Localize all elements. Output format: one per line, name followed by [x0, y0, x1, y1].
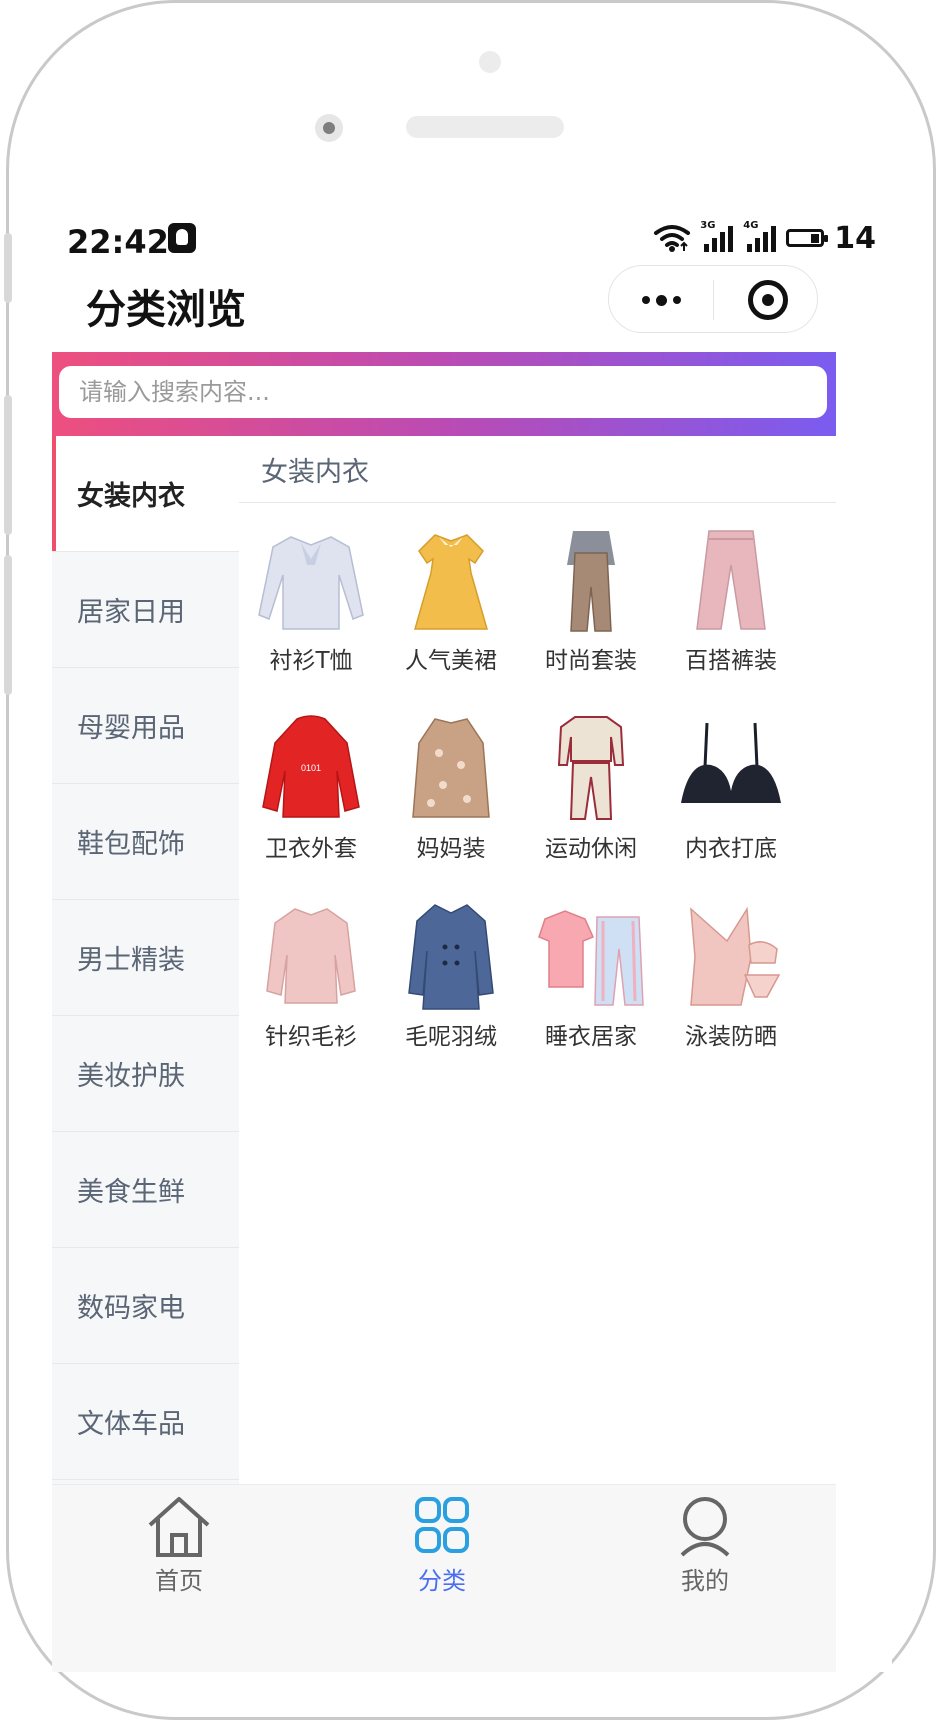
- product-item[interactable]: 睡衣居家: [521, 901, 661, 1051]
- more-options-button[interactable]: [631, 276, 691, 324]
- mute-switch: [4, 233, 12, 303]
- category-content: 女装内衣 衬衫T恤 人气美裙 时尚套装 百搭裤装 0101 卫衣外套 妈妈装 运…: [239, 436, 836, 1484]
- signal-4g-icon: 4G: [743, 220, 777, 252]
- product-item[interactable]: 运动休闲: [521, 713, 661, 863]
- qq-notification-icon: [168, 223, 196, 253]
- sidebar-item-baby[interactable]: 母婴用品: [52, 668, 239, 784]
- product-label: 泳装防晒: [685, 1024, 777, 1050]
- product-label: 卫衣外套: [265, 836, 357, 862]
- product-item[interactable]: 时尚套装: [521, 525, 661, 675]
- product-label: 内衣打底: [685, 836, 777, 862]
- hoodie-icon: 0101: [262, 715, 360, 818]
- category-grid-icon: [415, 1497, 469, 1553]
- page-title: 分类浏览: [86, 287, 246, 333]
- sidebar-item-label: 母婴用品: [77, 713, 185, 744]
- product-item[interactable]: 妈妈装: [381, 713, 521, 863]
- sidebar-item-label: 数码家电: [77, 1293, 185, 1324]
- sidebar-item-label: 文体车品: [77, 1409, 185, 1440]
- search-input[interactable]: [59, 366, 827, 418]
- product-label: 百搭裤装: [685, 648, 777, 674]
- sidebar-item-label: 鞋包配饰: [77, 829, 185, 860]
- product-item[interactable]: 泳装防晒: [661, 901, 801, 1051]
- sidebar-item-food[interactable]: 美食生鲜: [52, 1132, 239, 1248]
- product-item[interactable]: 百搭裤装: [661, 525, 801, 675]
- category-sidebar: 女装内衣 居家日用 母婴用品 鞋包配饰 男士精装 美妆护肤 美食生鲜 数码家电 …: [52, 436, 239, 1484]
- dress-icon: [414, 534, 488, 630]
- close-mini-program-button[interactable]: [748, 280, 788, 320]
- product-item[interactable]: 人气美裙: [381, 525, 521, 675]
- volume-down-button: [4, 555, 12, 695]
- navigation-bar: 分类浏览: [52, 265, 892, 351]
- capsule-divider: [713, 280, 714, 320]
- status-indicators: 3G 4G 14: [654, 220, 876, 256]
- tab-profile[interactable]: 我的: [645, 1493, 765, 1596]
- product-item[interactable]: 针织毛衫: [241, 901, 381, 1051]
- sweater-icon: [266, 908, 356, 1004]
- product-label: 时尚套装: [545, 648, 637, 674]
- battery-level: 14: [834, 220, 876, 256]
- pants-icon: [696, 530, 766, 630]
- tab-label: 分类: [418, 1567, 466, 1595]
- overall-set-icon: [567, 531, 615, 632]
- tab-label: 我的: [681, 1567, 729, 1595]
- sidebar-item-label: 男士精装: [77, 945, 185, 976]
- front-camera: [315, 114, 343, 142]
- product-label: 睡衣居家: [545, 1024, 637, 1050]
- coat-icon: [408, 904, 494, 1010]
- app-screen: 22:42 3G 4G 14 分类浏览 请输入搜索内容... 女装内衣 居家日用…: [52, 207, 892, 1672]
- swimwear-icon: [690, 906, 781, 1006]
- product-label: 运动休闲: [545, 836, 637, 862]
- status-time: 22:42: [67, 223, 169, 261]
- product-label: 毛呢羽绒: [405, 1024, 497, 1050]
- user-icon: [680, 1497, 730, 1557]
- product-item[interactable]: 0101 卫衣外套: [241, 713, 381, 863]
- product-label: 衬衫T恤: [269, 648, 353, 674]
- sidebar-item-household[interactable]: 居家日用: [52, 552, 239, 668]
- battery-icon: [786, 229, 829, 247]
- network-type-3g: 3G: [700, 220, 716, 231]
- product-grid: 衬衫T恤 人气美裙 时尚套装 百搭裤装 0101 卫衣外套 妈妈装 运动休闲 内…: [239, 503, 836, 1051]
- svg-text:0101: 0101: [301, 763, 321, 773]
- pajamas-icon: [538, 910, 644, 1006]
- product-label: 人气美裙: [405, 648, 497, 674]
- mini-program-capsule: [608, 265, 818, 333]
- earpiece-speaker: [406, 116, 564, 138]
- product-label: 妈妈装: [416, 836, 486, 862]
- blouse-icon: [258, 536, 364, 630]
- sidebar-item-label: 美妆护肤: [77, 1061, 185, 1092]
- sidebar-item-sports-auto[interactable]: 文体车品: [52, 1364, 239, 1480]
- status-bar: 22:42 3G 4G 14: [52, 207, 892, 269]
- proximity-sensor: [479, 51, 501, 73]
- volume-up-button: [4, 395, 12, 535]
- wifi-icon: [654, 225, 691, 252]
- home-icon: [148, 1497, 210, 1557]
- product-item[interactable]: 毛呢羽绒: [381, 901, 521, 1051]
- category-heading: 女装内衣: [239, 436, 836, 503]
- sidebar-item-womens-apparel[interactable]: 女装内衣: [52, 436, 239, 552]
- product-item[interactable]: 内衣打底: [661, 713, 801, 863]
- tab-category[interactable]: 分类: [382, 1493, 502, 1596]
- tracksuit-icon: [557, 716, 625, 820]
- search-header: [52, 352, 836, 436]
- tab-home[interactable]: 首页: [119, 1493, 239, 1596]
- tab-label: 首页: [155, 1567, 203, 1595]
- sidebar-item-label: 居家日用: [77, 597, 185, 628]
- sidebar-item-label: 美食生鲜: [77, 1177, 185, 1208]
- sidebar-item-menswear[interactable]: 男士精装: [52, 900, 239, 1016]
- sidebar-item-shoes-bags[interactable]: 鞋包配饰: [52, 784, 239, 900]
- bottom-tab-bar: 首页 分类 我的: [52, 1484, 836, 1672]
- bra-icon: [681, 722, 781, 803]
- sidebar-item-electronics[interactable]: 数码家电: [52, 1248, 239, 1364]
- sidebar-item-beauty[interactable]: 美妆护肤: [52, 1016, 239, 1132]
- product-label: 针织毛衫: [265, 1024, 357, 1050]
- product-item[interactable]: 衬衫T恤: [241, 525, 381, 675]
- signal-3g-icon: 3G: [700, 220, 734, 252]
- sidebar-item-label: 女装内衣: [77, 481, 185, 512]
- network-type-4g: 4G: [743, 220, 759, 231]
- floral-dress-icon: [412, 718, 490, 818]
